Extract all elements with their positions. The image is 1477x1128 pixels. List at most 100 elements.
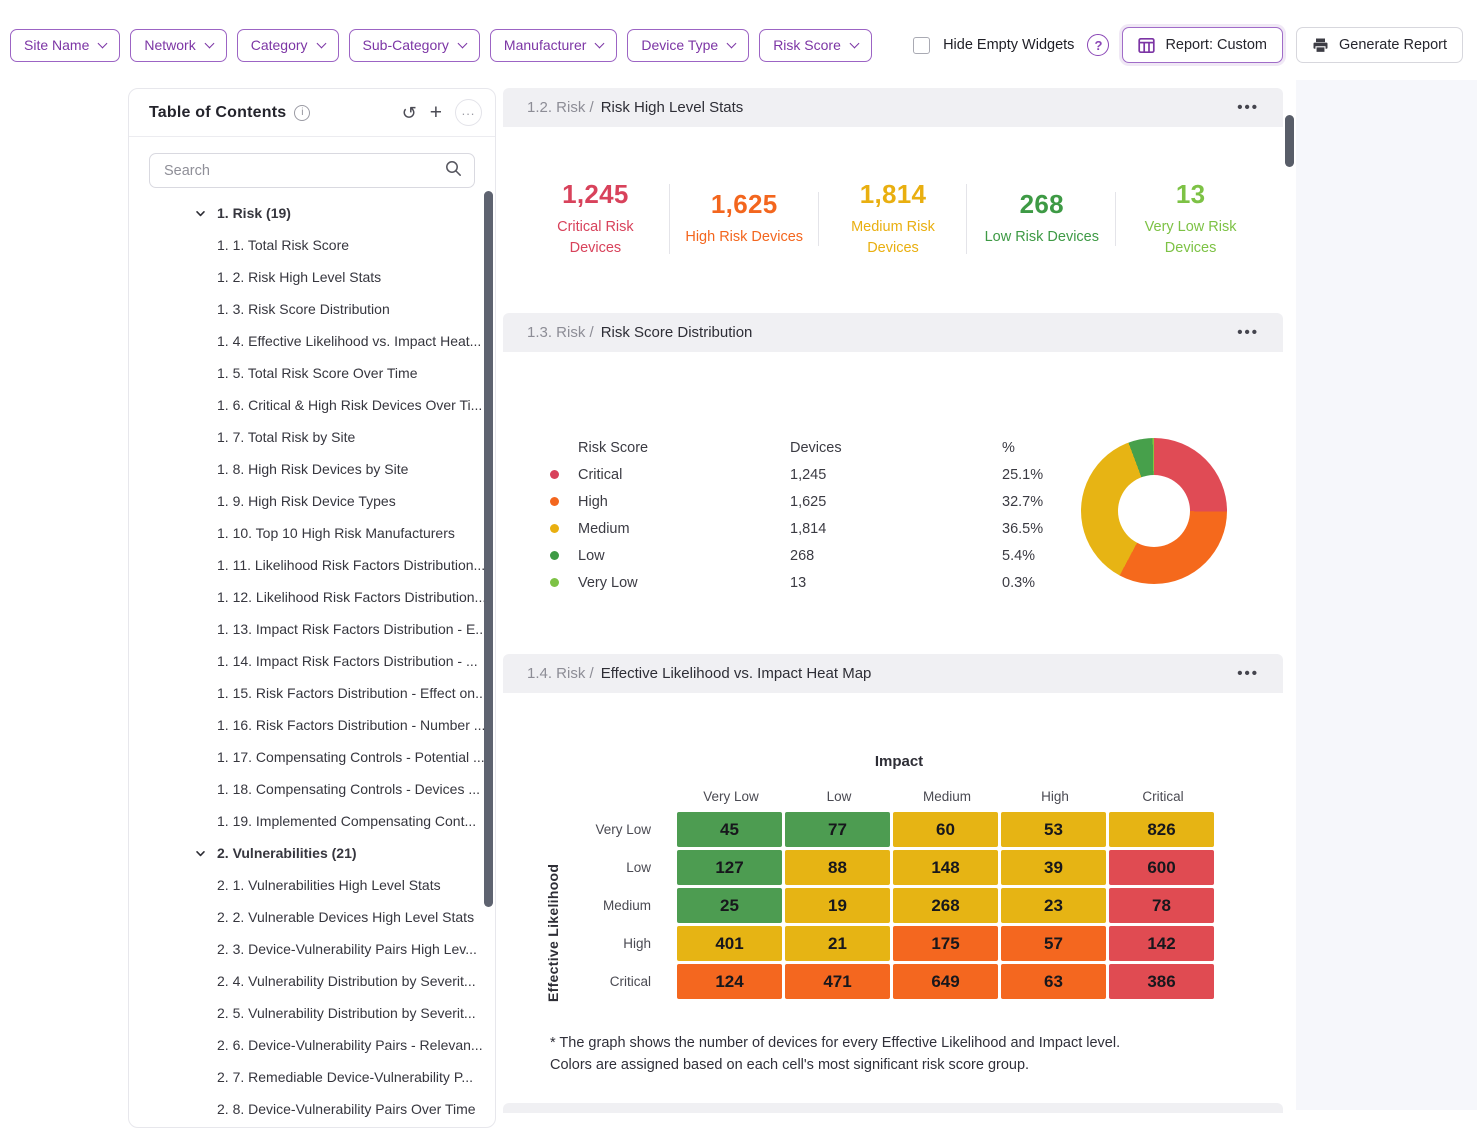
toc-item[interactable]: 1. 8. High Risk Devices by Site [129, 453, 495, 485]
heatmap-cell: 88 [785, 850, 890, 885]
filter-dropdown-button[interactable]: Category [237, 29, 339, 62]
column-label: Critical [1109, 789, 1217, 804]
widget-breadcrumb: 1.2. Risk / [527, 99, 594, 116]
toc-item[interactable]: 1. 2. Risk High Level Stats [129, 261, 495, 293]
more-options-icon[interactable]: ... [455, 99, 482, 126]
toc-item[interactable]: 2. 1. Vulnerabilities High Level Stats [129, 869, 495, 901]
toc-item[interactable]: 1. 13. Impact Risk Factors Distribution … [129, 613, 495, 645]
toc-item-label: 2. 4. Vulnerability Distribution by Seve… [217, 973, 476, 989]
toc-item-label: 1. 19. Implemented Compensating Cont... [217, 813, 476, 829]
table-row: Low 268 5.4% [550, 542, 1150, 569]
toc-item[interactable]: 2. 4. Vulnerability Distribution by Seve… [129, 965, 495, 997]
toc-item-label: 1. 2. Risk High Level Stats [217, 269, 381, 285]
heatmap-row: High 4012117557142 [545, 926, 1253, 961]
widget-breadcrumb: 1.4. Risk / [527, 665, 594, 682]
stat-card: 1,814 Medium Risk Devices [819, 175, 968, 263]
heatmap-cell: 127 [677, 850, 782, 885]
filter-label: Manufacturer [504, 37, 586, 53]
page-background-tint [1296, 80, 1477, 1110]
toc-item[interactable]: 1. 17. Compensating Controls - Potential… [129, 741, 495, 773]
hide-empty-widgets-label: Hide Empty Widgets [943, 37, 1074, 53]
toc-item[interactable]: 1. 4. Effective Likelihood vs. Impact He… [129, 325, 495, 357]
toc-list: 1. Risk (19) 1. 1. Total Risk Score 1. 2… [129, 197, 495, 1125]
toc-item[interactable]: 2. 5. Vulnerability Distribution by Seve… [129, 997, 495, 1029]
devices-value: 13 [790, 575, 1002, 591]
toc-scrollbar-thumb[interactable] [484, 191, 493, 907]
filter-dropdown-button[interactable]: Site Name [10, 29, 120, 62]
chevron-down-icon [98, 38, 108, 48]
toc-item-label: 1. 13. Impact Risk Factors Distribution … [217, 621, 487, 637]
toc-item[interactable]: 2. 6. Device-Vulnerability Pairs - Relev… [129, 1029, 495, 1061]
refresh-icon[interactable]: ↺ [402, 104, 417, 122]
toc-item[interactable]: 1. 16. Risk Factors Distribution - Numbe… [129, 709, 495, 741]
toc-item[interactable]: 1. 9. High Risk Device Types [129, 485, 495, 517]
legend-dot [550, 497, 559, 506]
risk-score-label: Critical [578, 467, 790, 483]
heatmap-y-axis-title: Effective Likelihood [545, 837, 561, 1029]
filter-dropdown-button[interactable]: Device Type [627, 29, 749, 62]
toc-item-label: 1. 18. Compensating Controls - Devices .… [217, 781, 480, 797]
toc-item[interactable]: 1. 10. Top 10 High Risk Manufacturers [129, 517, 495, 549]
heatmap-cell: 826 [1109, 812, 1214, 847]
filter-dropdown-button[interactable]: Network [130, 29, 226, 62]
stat-card: 13 Very Low Risk Devices [1116, 175, 1265, 263]
filter-dropdowns: Site Name Network Category Sub-Category … [10, 29, 872, 62]
chevron-down-icon [849, 38, 859, 48]
search-input[interactable] [162, 162, 445, 180]
toc-item-label: 1. 11. Likelihood Risk Factors Distribut… [217, 557, 485, 573]
filter-dropdown-button[interactable]: Manufacturer [490, 29, 617, 62]
toc-item[interactable]: 1. 15. Risk Factors Distribution - Effec… [129, 677, 495, 709]
toc-item[interactable]: 2. 2. Vulnerable Devices High Level Stat… [129, 901, 495, 933]
heatmap-cell: 401 [677, 926, 782, 961]
toc-item[interactable]: 1. 11. Likelihood Risk Factors Distribut… [129, 549, 495, 581]
toc-item-label: 2. 2. Vulnerable Devices High Level Stat… [217, 909, 474, 925]
add-icon[interactable]: + [430, 102, 442, 123]
toc-item-label: 1. 10. Top 10 High Risk Manufacturers [217, 525, 455, 541]
stat-label: Critical Risk Devices [531, 217, 659, 259]
toc-item[interactable]: 1. Risk (19) [129, 197, 495, 229]
toc-item[interactable]: 1. 5. Total Risk Score Over Time [129, 357, 495, 389]
toc-item-label: 1. 12. Likelihood Risk Factors Distribut… [217, 589, 486, 605]
toc-item[interactable]: 1. 7. Total Risk by Site [129, 421, 495, 453]
heatmap-cell: 386 [1109, 964, 1214, 999]
filter-label: Network [144, 37, 195, 53]
report-custom-button[interactable]: Report: Custom [1122, 27, 1283, 63]
toc-item-label: 1. 8. High Risk Devices by Site [217, 461, 408, 477]
chevron-down-icon [457, 38, 467, 48]
main-scrollbar-thumb[interactable] [1285, 115, 1294, 167]
toc-item[interactable]: 2. 8. Device-Vulnerability Pairs Over Ti… [129, 1093, 495, 1125]
toc-item[interactable]: 1. 3. Risk Score Distribution [129, 293, 495, 325]
filter-label: Device Type [641, 37, 718, 53]
toc-item[interactable]: 1. 14. Impact Risk Factors Distribution … [129, 645, 495, 677]
generate-report-button[interactable]: Generate Report [1296, 27, 1463, 63]
heatmap-cell: 77 [785, 812, 890, 847]
toc-item[interactable]: 1. 6. Critical & High Risk Devices Over … [129, 389, 495, 421]
heatmap-footnote: * The graph shows the number of devices … [550, 1033, 1120, 1077]
filter-dropdown-button[interactable]: Risk Score [759, 29, 872, 62]
toc-item-label: 1. 1. Total Risk Score [217, 237, 349, 253]
stats-row: 1,245 Critical Risk Devices 1,625 High R… [503, 127, 1283, 311]
toc-item[interactable]: 1. 1. Total Risk Score [129, 229, 495, 261]
hide-empty-widgets-checkbox[interactable] [913, 37, 930, 54]
filter-dropdown-button[interactable]: Sub-Category [349, 29, 480, 62]
chevron-down-icon [195, 848, 217, 859]
heatmap-column-labels: Very LowLowMediumHighCritical [677, 789, 1253, 804]
risk-score-donut [1081, 438, 1227, 584]
risk-score-label: Medium [578, 521, 790, 537]
table-row: Medium 1,814 36.5% [550, 515, 1150, 542]
row-label: Critical [545, 974, 677, 989]
distribution-rows: Critical 1,245 25.1% High 1,625 32.7% Me… [550, 461, 1150, 596]
toc-item[interactable]: 1. 19. Implemented Compensating Cont... [129, 805, 495, 837]
generate-report-label: Generate Report [1339, 37, 1447, 53]
toc-item[interactable]: 2. 3. Device-Vulnerability Pairs High Le… [129, 933, 495, 965]
toc-item[interactable]: 1. 12. Likelihood Risk Factors Distribut… [129, 581, 495, 613]
filter-label: Category [251, 37, 308, 53]
toc-item[interactable]: 1. 18. Compensating Controls - Devices .… [129, 773, 495, 805]
toc-item-label: 1. 14. Impact Risk Factors Distribution … [217, 653, 478, 669]
col-risk-score: Risk Score [578, 440, 790, 456]
toc-item[interactable]: 2. Vulnerabilities (21) [129, 837, 495, 869]
toc-item[interactable]: 2. 7. Remediable Device-Vulnerability P.… [129, 1061, 495, 1093]
widget-title: Risk Score Distribution [601, 324, 753, 341]
heatmap-row: Very Low 45776053826 [545, 812, 1253, 847]
help-icon[interactable]: ? [1087, 34, 1109, 56]
